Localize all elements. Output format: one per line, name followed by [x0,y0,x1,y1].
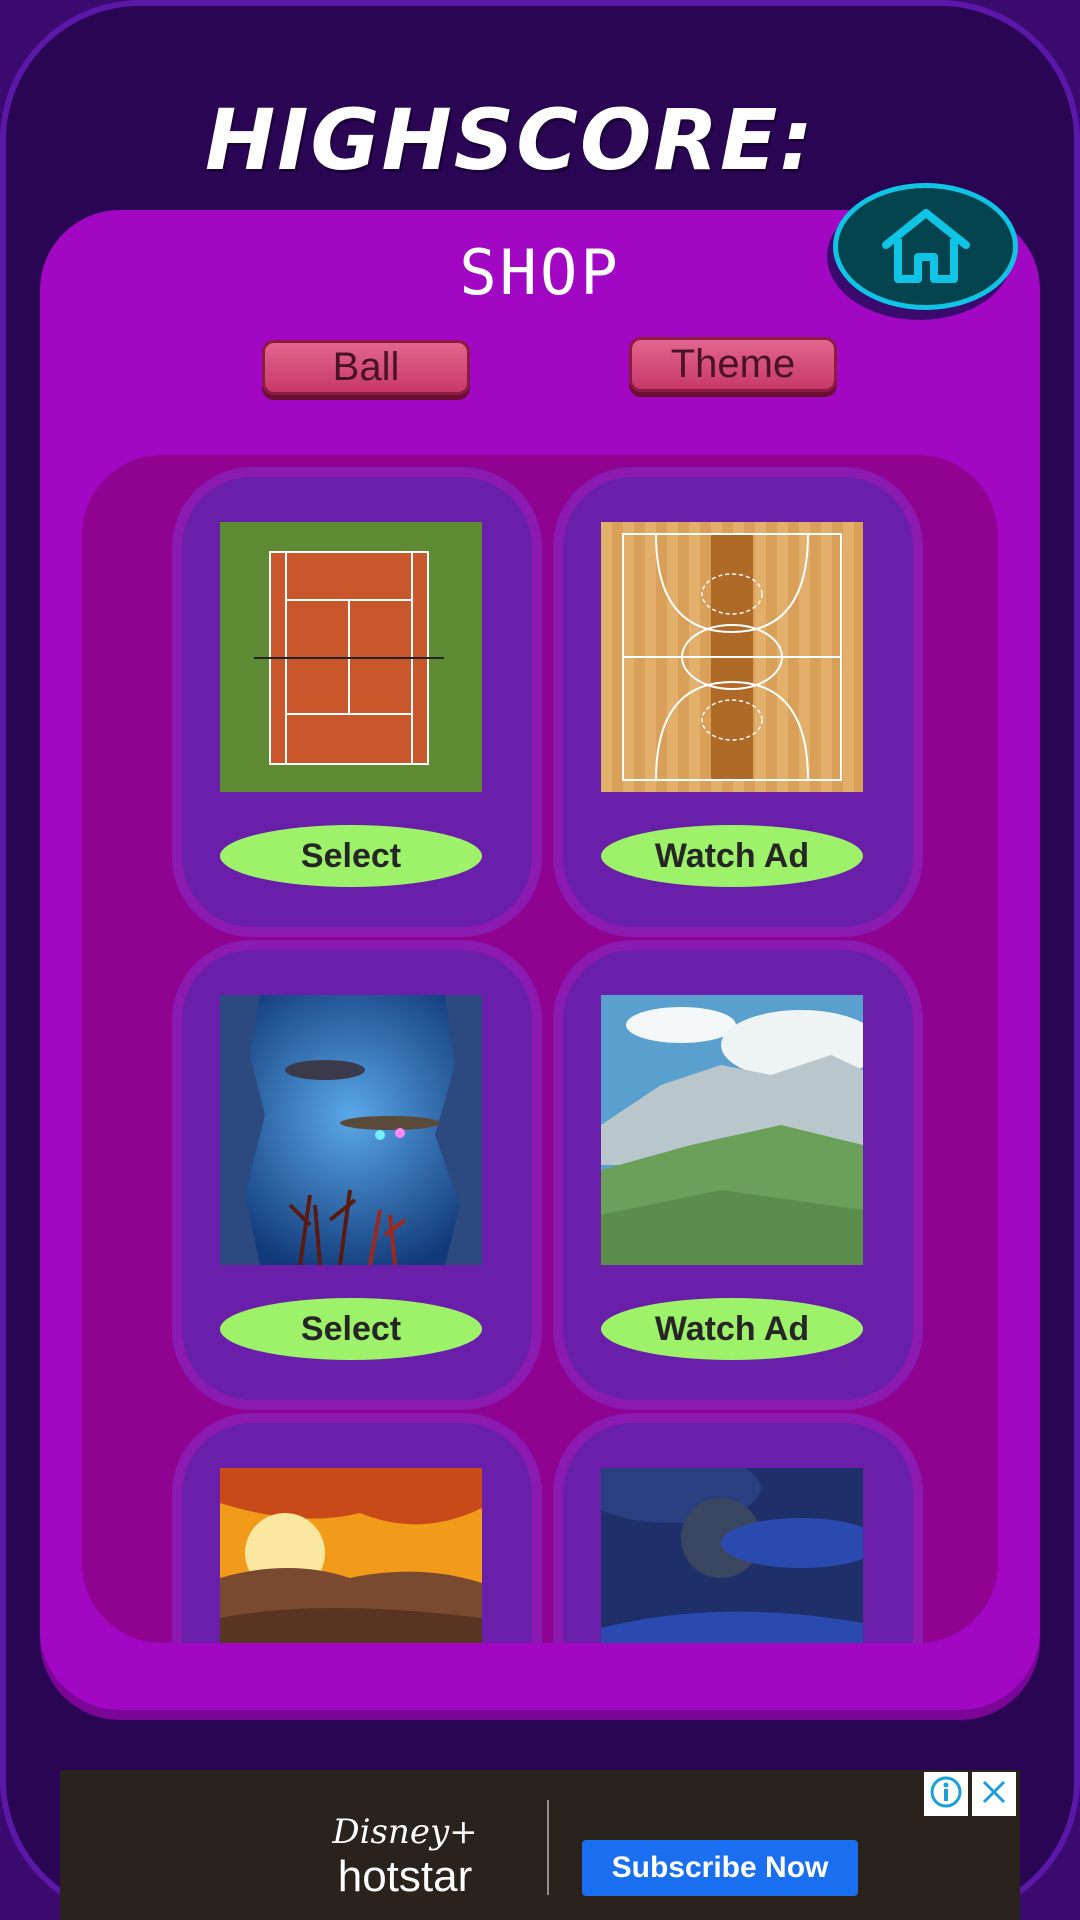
shop-title: SHOP [459,236,621,309]
watch-ad-button[interactable]: Watch Ad [601,1298,863,1360]
ad-banner[interactable]: Disney+ hotstar Subscribe Now [60,1770,1020,1920]
home-icon [878,205,974,289]
watch-ad-button[interactable]: Watch Ad [601,825,863,887]
info-icon [929,1775,963,1813]
highscore-label: Highscore: 102 [205,91,816,299]
underwater-reef-thumbnail[interactable] [220,995,482,1265]
home-button[interactable] [833,183,1018,310]
theme-grid[interactable]: Select Watch Ad Select Watch Ad [82,455,998,1643]
ad-brand-line2: hotstar [337,1852,473,1901]
sunset-desert-thumbnail[interactable] [220,1468,482,1643]
night-moon-thumbnail[interactable] [601,1468,863,1643]
theme-card: Select [182,477,532,927]
theme-card [182,1423,532,1643]
select-button[interactable]: Select [220,825,482,887]
mountain-meadow-thumbnail[interactable] [601,995,863,1265]
theme-card: Select [182,950,532,1400]
basketball-court-thumbnail[interactable] [601,522,863,792]
tab-theme[interactable]: Theme [629,337,837,392]
ad-brand-logo: Disney+ hotstar [310,1810,500,1910]
tennis-court-thumbnail[interactable] [220,522,482,792]
ad-subscribe-button[interactable]: Subscribe Now [582,1840,858,1896]
theme-card [563,1423,913,1643]
theme-card: Watch Ad [563,950,913,1400]
ad-close-button[interactable] [972,1772,1016,1816]
tab-ball[interactable]: Ball [262,340,470,395]
close-icon [979,1777,1009,1811]
theme-card: Watch Ad [563,477,913,927]
ad-divider [547,1800,549,1895]
select-button[interactable]: Select [220,1298,482,1360]
ad-info-button[interactable] [924,1772,968,1816]
ad-brand-line1: Disney+ [332,1812,478,1852]
